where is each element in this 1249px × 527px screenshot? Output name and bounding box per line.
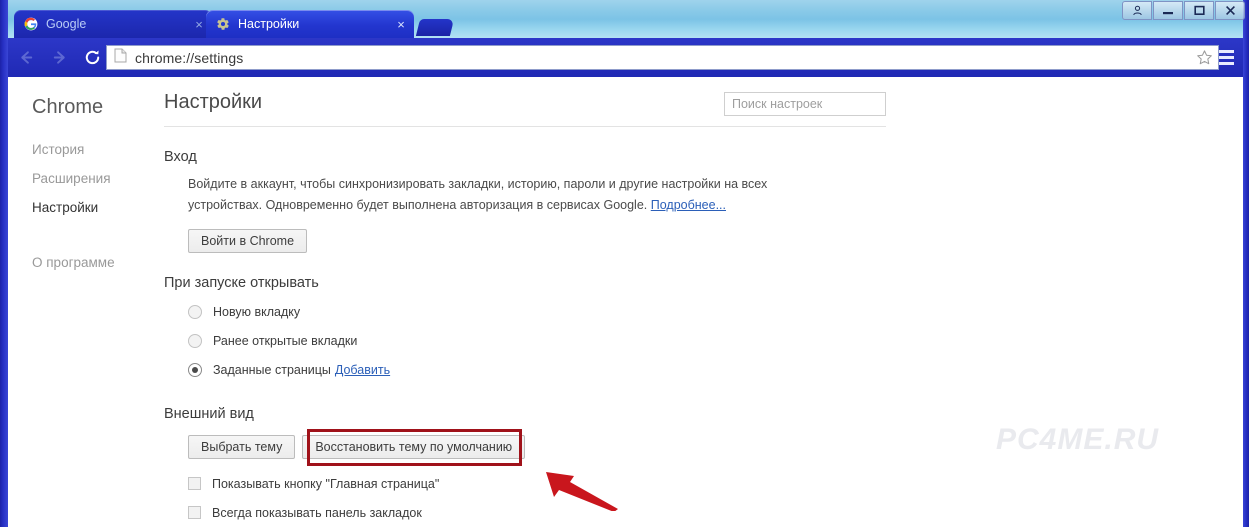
sidebar-nav: История Расширения Настройки О программе <box>8 135 156 277</box>
address-bar[interactable]: chrome://settings <box>106 45 1219 70</box>
choose-theme-button[interactable]: Выбрать тему <box>188 435 296 459</box>
sign-in-to-chrome-button[interactable]: Войти в Chrome <box>188 229 308 253</box>
back-arrow-icon <box>20 51 32 64</box>
startup-option-specific-pages[interactable]: Заданные страницы Добавить <box>188 355 1243 384</box>
google-g-icon <box>23 16 39 32</box>
startup-option-new-tab[interactable]: Новую вкладку <box>188 297 1243 326</box>
forward-button[interactable] <box>44 43 74 73</box>
radio-button-selected[interactable] <box>188 362 202 377</box>
sidebar-item-label: История <box>32 142 85 157</box>
checkbox[interactable] <box>188 506 201 519</box>
checkbox-label: Всегда показывать панель закладок <box>212 505 422 520</box>
settings-main: Настройки Вход Войдите в аккаунт, чтобы … <box>156 77 1243 527</box>
signin-description: Войдите в аккаунт, чтобы синхронизироват… <box>188 174 768 216</box>
hamburger-menu-icon[interactable] <box>1215 47 1237 68</box>
back-button[interactable] <box>11 43 41 73</box>
sidebar-item-history[interactable]: История <box>8 135 156 164</box>
option-label: Новую вкладку <box>213 304 301 319</box>
sidebar-item-label: Расширения <box>32 171 111 186</box>
page-document-icon <box>114 48 128 68</box>
browser-window: Google × Настройки × chrome://settings C… <box>0 0 1249 527</box>
radio-button[interactable] <box>188 304 202 319</box>
reset-theme-button[interactable]: Восстановить тему по умолчанию <box>302 435 526 459</box>
add-pages-link[interactable]: Добавить <box>335 363 390 377</box>
tab-title: Настройки <box>238 17 300 31</box>
appearance-checkbox-home-button[interactable]: Показывать кнопку "Главная страница" <box>188 469 1243 498</box>
site-watermark: PC4ME.RU <box>996 423 1160 456</box>
checkbox-label: Показывать кнопку "Главная страница" <box>212 476 440 491</box>
address-bar-url: chrome://settings <box>135 49 244 66</box>
section-startup: При запуске открывать Новую вкладку Ране… <box>164 275 1243 384</box>
tab-strip: Google × Настройки × <box>8 0 1243 38</box>
settings-sidebar: Chrome История Расширения Настройки О пр… <box>8 77 156 527</box>
window-left-border <box>0 0 8 527</box>
settings-header: Настройки <box>164 77 886 127</box>
tab-close-icon[interactable]: × <box>394 17 408 31</box>
sidebar-item-about[interactable]: О программе <box>8 248 156 277</box>
option-label: Заданные страницы <box>213 362 331 377</box>
tab-google[interactable]: Google × <box>14 10 212 38</box>
radio-button[interactable] <box>188 333 202 348</box>
sidebar-item-extensions[interactable]: Расширения <box>8 164 156 193</box>
browser-toolbar: chrome://settings <box>8 38 1243 77</box>
section-title-startup: При запуске открывать <box>164 275 319 291</box>
tab-settings[interactable]: Настройки × <box>206 10 414 38</box>
settings-page: Chrome История Расширения Настройки О пр… <box>8 77 1243 527</box>
section-title-appearance: Внешний вид <box>164 406 254 422</box>
appearance-checkbox-bookmarks-bar[interactable]: Всегда показывать панель закладок <box>188 498 1243 527</box>
tab-title: Google <box>46 17 87 31</box>
search-input[interactable] <box>732 97 878 111</box>
section-title-signin: Вход <box>164 149 197 165</box>
bookmark-star-icon[interactable] <box>1194 49 1214 66</box>
reload-button[interactable] <box>77 43 107 73</box>
tab-close-icon[interactable]: × <box>192 17 206 31</box>
gear-icon <box>215 16 231 32</box>
option-label: Ранее открытые вкладки <box>213 333 358 348</box>
learn-more-link[interactable]: Подробнее... <box>651 198 726 212</box>
section-signin: Вход Войдите в аккаунт, чтобы синхронизи… <box>164 149 1243 253</box>
forward-arrow-icon <box>53 51 65 64</box>
new-tab-button[interactable] <box>415 19 455 36</box>
reload-icon <box>85 50 99 65</box>
sidebar-brand: Chrome <box>32 96 104 118</box>
sidebar-item-label: О программе <box>32 255 115 270</box>
sidebar-item-settings[interactable]: Настройки <box>8 193 156 222</box>
search-settings-box[interactable] <box>724 92 886 116</box>
window-right-border <box>1243 0 1249 527</box>
sidebar-item-label: Настройки <box>32 200 99 215</box>
startup-option-continue[interactable]: Ранее открытые вкладки <box>188 326 1243 355</box>
checkbox[interactable] <box>188 477 201 490</box>
